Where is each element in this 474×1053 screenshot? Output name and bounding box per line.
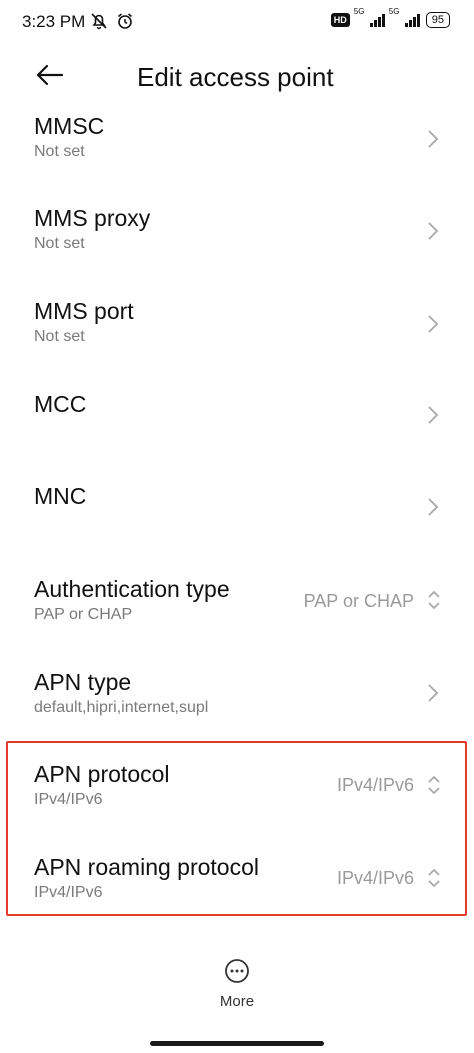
signal-icon: 5G [354, 7, 385, 27]
setting-row-mnc[interactable]: MNC [0, 483, 474, 575]
setting-row-mmsc[interactable]: MMSC Not set [0, 113, 474, 205]
setting-label: APN roaming protocol [34, 854, 259, 880]
status-right-icons: HD 5G 5G 95 [330, 7, 450, 28]
setting-label: MNC [34, 483, 87, 509]
setting-label: APN type [34, 669, 132, 695]
setting-label: APN protocol [34, 761, 170, 787]
up-down-chevron-icon [428, 868, 440, 888]
chevron-right-icon [428, 315, 439, 333]
setting-label: MMS proxy [34, 205, 151, 231]
select-current-value: IPv4/IPv6 [336, 775, 414, 795]
more-dots-icon [225, 959, 249, 983]
setting-label: Authentication type [34, 576, 230, 602]
status-time: 3:23 PM [22, 12, 86, 31]
more-button[interactable]: More [0, 958, 474, 1010]
setting-row-mms-port[interactable]: MMS port Not set [0, 298, 474, 390]
setting-row-mms-proxy[interactable]: MMS proxy Not set [0, 205, 474, 297]
signal-tag: 5G [388, 7, 400, 16]
setting-value: PAP or CHAP [34, 606, 133, 623]
more-label: More [219, 993, 255, 1010]
setting-value: default,hipri,internet,supl [34, 699, 209, 716]
status-left-icons [90, 12, 134, 30]
page-title: Edit access point [137, 62, 334, 92]
chevron-right-icon [428, 406, 439, 424]
setting-value: IPv4/IPv6 [34, 884, 103, 901]
status-bar: 3:23 PM HD 5G 5G 95 [0, 0, 474, 44]
hd-badge: HD [330, 13, 350, 27]
setting-row-apn-roaming-protocol[interactable]: APN roaming protocol IPv4/IPv6 IPv4/IPv6 [0, 854, 474, 946]
setting-value: Not set [34, 328, 85, 345]
setting-row-apn-protocol[interactable]: APN protocol IPv4/IPv6 IPv4/IPv6 [0, 761, 474, 853]
setting-label: MMSC [34, 113, 105, 139]
setting-row-mcc[interactable]: MCC [0, 391, 474, 483]
setting-row-authentication-type[interactable]: Authentication type PAP or CHAP PAP or C… [0, 576, 474, 668]
select-current-value: PAP or CHAP [303, 591, 414, 611]
up-down-chevron-icon [428, 775, 440, 795]
chevron-right-icon [428, 498, 439, 516]
back-arrow-icon[interactable] [34, 60, 64, 90]
alarm-icon [117, 13, 133, 29]
setting-value: Not set [34, 235, 85, 252]
select-current-value: IPv4/IPv6 [336, 868, 414, 888]
setting-label: MCC [34, 391, 87, 417]
app-header: Edit access point [0, 50, 474, 102]
mute-bell-icon [91, 13, 107, 30]
chevron-right-icon [428, 222, 439, 240]
chevron-right-icon [428, 130, 439, 148]
signal-icon: 5G [389, 7, 420, 27]
up-down-chevron-icon [428, 590, 440, 610]
battery-icon: 95 [425, 12, 450, 28]
home-indicator[interactable] [150, 1041, 324, 1046]
setting-row-apn-type[interactable]: APN type default,hipri,internet,supl [0, 669, 474, 761]
setting-label: MMS port [34, 298, 134, 324]
setting-value: IPv4/IPv6 [34, 791, 103, 808]
setting-value: Not set [34, 143, 85, 160]
chevron-right-icon [428, 684, 439, 702]
signal-tag: 5G [353, 7, 365, 16]
